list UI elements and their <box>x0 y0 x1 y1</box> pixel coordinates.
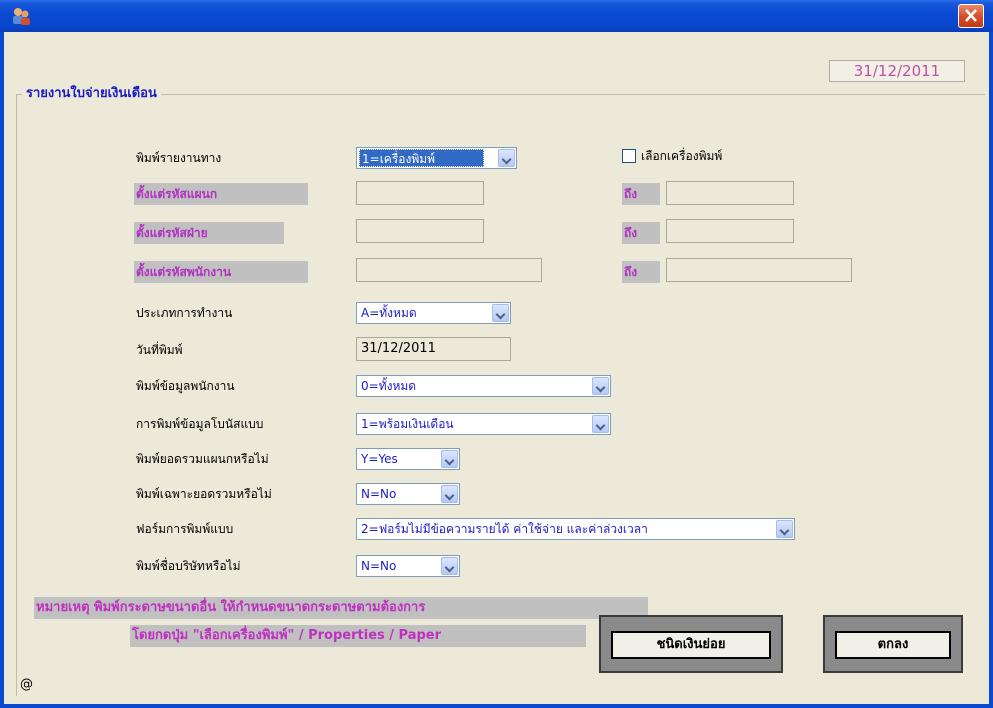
company-name-label: พิมพ์ชื่อบริษัทหรือไม่ <box>136 559 241 573</box>
emp-from-input[interactable] <box>356 258 542 282</box>
chevron-down-icon[interactable] <box>441 485 458 503</box>
chevron-down-icon[interactable] <box>776 520 793 538</box>
div-from-label: ตั้งแต่รหัสฝ่าย <box>134 222 284 244</box>
dept-total-select[interactable]: Y=Yes <box>356 448 460 470</box>
select-printer-checkbox[interactable] <box>622 149 636 163</box>
note-line-2: โดยกดปุ่ม "เลือกเครื่องพิมพ์" / Properti… <box>130 625 586 647</box>
work-type-label: ประเภทการทำงาน <box>136 306 233 320</box>
emp-data-value: 0=ทั้งหมด <box>361 379 417 393</box>
coin-type-button-frame: ชนิดเงินย่อย <box>599 615 783 673</box>
dept-to-input[interactable] <box>666 181 794 205</box>
emp-to-label: ถึง <box>622 261 660 283</box>
window-frame-bottom <box>0 704 993 708</box>
print-to-value: 1=เครื่องพิมพ์ <box>359 149 484 167</box>
div-to-label: ถึง <box>622 222 660 244</box>
total-only-select[interactable]: N=No <box>356 483 460 505</box>
work-type-select[interactable]: A=ทั้งหมด <box>356 302 511 324</box>
form-type-select[interactable]: 2=ฟอร์มไม่มีข้อความรายได้ ค่าใช้จ่าย และ… <box>356 518 795 540</box>
dept-to-label: ถึง <box>622 183 660 205</box>
total-only-value: N=No <box>361 487 397 501</box>
header-date: 31/12/2011 <box>829 60 965 82</box>
dept-from-label: ตั้งแต่รหัสแผนก <box>134 183 308 205</box>
title-bar[interactable] <box>0 0 993 32</box>
chevron-down-icon[interactable] <box>592 415 609 433</box>
dept-total-label: พิมพ์ยอดรวมแผนกหรือไม่ <box>136 452 269 466</box>
emp-data-label: พิมพ์ข้อมูลพนักงาน <box>136 379 235 393</box>
select-printer-label: เลือกเครื่องพิมพ์ <box>641 149 723 163</box>
company-name-select[interactable]: N=No <box>356 555 460 577</box>
work-type-value: A=ทั้งหมด <box>361 306 417 320</box>
emp-from-label: ตั้งแต่รหัสพนักงาน <box>134 261 308 283</box>
ok-button[interactable]: ตกลง <box>835 631 951 659</box>
chevron-down-icon[interactable] <box>441 450 458 468</box>
emp-data-select[interactable]: 0=ทั้งหมด <box>356 375 611 397</box>
div-to-input[interactable] <box>666 219 794 243</box>
footer-at-symbol: @ <box>20 677 33 692</box>
chevron-down-icon[interactable] <box>492 304 509 322</box>
bonus-label: การพิมพ์ข้อมูลโบนัสแบบ <box>136 417 264 431</box>
print-to-select[interactable]: 1=เครื่องพิมพ์ <box>356 147 517 169</box>
close-button[interactable] <box>958 4 984 28</box>
form-type-label: ฟอร์มการพิมพ์แบบ <box>136 522 234 536</box>
dept-from-input[interactable] <box>356 181 484 205</box>
window-frame-right <box>989 32 993 708</box>
bonus-value: 1=พร้อมเงินเดือน <box>361 417 454 431</box>
company-name-value: N=No <box>361 559 397 573</box>
ok-button-frame: ตกลง <box>823 615 963 673</box>
chevron-down-icon[interactable] <box>498 149 515 167</box>
print-date-input[interactable]: 31/12/2011 <box>356 337 511 361</box>
app-icon <box>13 8 30 25</box>
bonus-select[interactable]: 1=พร้อมเงินเดือน <box>356 413 611 435</box>
group-title: รายงานใบจ่ายเงินเดือน <box>22 86 161 102</box>
close-icon <box>965 9 977 22</box>
print-to-label: พิมพ์รายงานทาง <box>136 151 222 165</box>
form-type-value: 2=ฟอร์มไม่มีข้อความรายได้ ค่าใช้จ่าย และ… <box>361 522 648 536</box>
print-date-label: วันที่พิมพ์ <box>136 343 183 357</box>
chevron-down-icon[interactable] <box>592 377 609 395</box>
emp-to-input[interactable] <box>666 258 852 282</box>
chevron-down-icon[interactable] <box>441 557 458 575</box>
total-only-label: พิมพ์เฉพาะยอดรวมหรือไม่ <box>136 487 272 501</box>
div-from-input[interactable] <box>356 219 484 243</box>
note-line-1: หมายเหตุ พิมพ์กระดาษขนาดอื่น ให้กำหนดขนา… <box>34 597 648 619</box>
dept-total-value: Y=Yes <box>361 452 398 466</box>
coin-type-button[interactable]: ชนิดเงินย่อย <box>611 631 771 659</box>
